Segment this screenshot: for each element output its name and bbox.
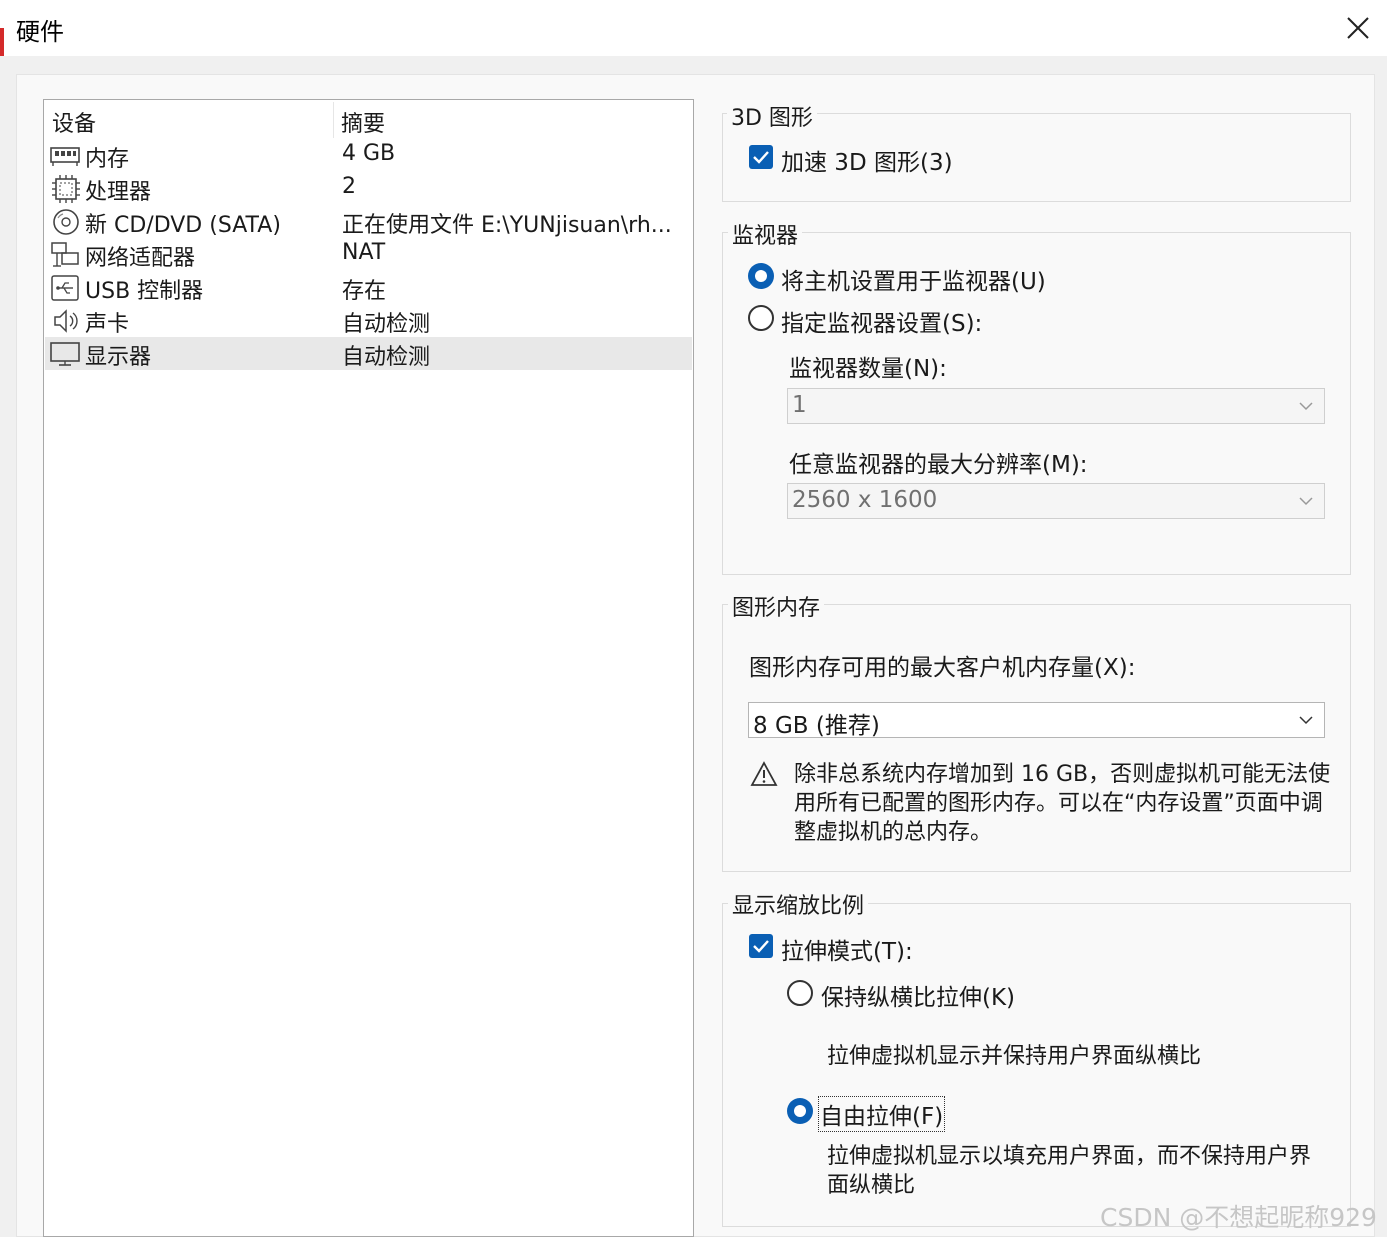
device-name: 显示器	[85, 345, 152, 370]
device-summary: 正在使用文件 E:\YUNjisuan\rh...	[342, 213, 672, 238]
stretch-mode-checkbox[interactable]	[749, 934, 773, 958]
free-stretch-label[interactable]: 自由拉伸(F)	[818, 1096, 946, 1132]
close-button[interactable]	[1338, 8, 1378, 48]
display-scaling-title: 显示缩放比例	[728, 888, 869, 920]
column-header-summary[interactable]: 摘要	[341, 106, 385, 138]
graphics-memory-dropdown[interactable]: 8 GB (推荐)	[748, 702, 1325, 739]
device-summary: 4 GB	[342, 141, 396, 166]
keep-aspect-description: 拉伸虚拟机显示并保持用户界面纵横比	[827, 1044, 1202, 1069]
free-stretch-description: 拉伸虚拟机显示以填充用户界面，而不保持用户界面纵横比	[827, 1144, 1312, 1198]
display-icon	[50, 342, 80, 366]
window-title: 硬件	[16, 18, 64, 46]
keep-aspect-radio[interactable]	[787, 980, 813, 1006]
title-bar: 硬件	[0, 0, 1387, 56]
graphics-memory-value: 8 GB (推荐)	[753, 713, 880, 739]
specify-monitor-label[interactable]: 指定监视器设置(S):	[781, 304, 982, 338]
memory-icon	[50, 147, 80, 166]
device-summary: NAT	[342, 240, 386, 265]
max-resolution-label: 任意监视器的最大分辨率(M):	[789, 452, 1088, 478]
device-name: 声卡	[85, 312, 130, 337]
device-summary: 自动检测	[342, 312, 431, 337]
device-name: 内存	[85, 147, 130, 172]
monitor-count-label: 监视器数量(N):	[789, 356, 947, 382]
graphics-memory-label: 图形内存可用的最大客户机内存量(X):	[749, 655, 1136, 681]
device-row-network-adapter[interactable]: 网络适配器 NAT	[45, 238, 692, 271]
device-name: 网络适配器	[85, 246, 196, 271]
graphics-3d-title: 3D 图形	[727, 100, 817, 132]
monitor-count-dropdown[interactable]: 1	[787, 388, 1325, 424]
device-name: USB 控制器	[85, 279, 204, 304]
device-row-processor[interactable]: 处理器 2	[45, 172, 692, 205]
checkmark-icon	[753, 151, 769, 164]
sound-card-icon	[54, 309, 78, 333]
column-header-device[interactable]: 设备	[52, 106, 96, 138]
use-host-radio[interactable]	[748, 263, 774, 289]
keep-aspect-label[interactable]: 保持纵横比拉伸(K)	[821, 978, 1015, 1012]
monitor-title: 监视器	[728, 218, 803, 250]
device-name: 新 CD/DVD (SATA)	[85, 213, 281, 238]
device-summary: 自动检测	[342, 345, 431, 370]
stretch-mode-label[interactable]: 拉伸模式(T):	[781, 932, 913, 966]
device-summary: 存在	[342, 279, 387, 304]
specify-monitor-radio[interactable]	[748, 305, 774, 331]
graphics-memory-warning: 除非总系统内存增加到 16 GB，否则虚拟机可能无法使用所有已配置的图形内存。可…	[794, 762, 1331, 845]
device-name: 处理器	[85, 180, 152, 205]
device-summary: 2	[342, 174, 356, 199]
close-icon	[1347, 17, 1369, 39]
chevron-down-icon	[1299, 716, 1313, 725]
column-divider[interactable]	[333, 102, 334, 138]
monitor-count-value: 1	[792, 392, 807, 418]
usb-icon	[51, 275, 79, 301]
chevron-down-icon	[1299, 497, 1313, 506]
device-row-sound-card[interactable]: 声卡 自动检测	[45, 304, 692, 337]
watermark: CSDN @不想起昵称929	[1100, 1203, 1377, 1232]
device-row-memory[interactable]: 内存 4 GB	[45, 139, 692, 172]
warning-icon	[750, 761, 778, 786]
accelerate-3d-label[interactable]: 加速 3D 图形(3)	[781, 143, 953, 177]
accelerate-3d-checkbox[interactable]	[749, 145, 773, 169]
device-row-usb-controller[interactable]: USB 控制器 存在	[45, 271, 692, 304]
network-adapter-icon	[51, 242, 79, 267]
free-stretch-radio[interactable]	[787, 1098, 813, 1124]
cd-dvd-icon	[53, 209, 79, 235]
device-row-cd-dvd[interactable]: 新 CD/DVD (SATA) 正在使用文件 E:\YUNjisuan\rh..…	[45, 205, 692, 238]
max-resolution-value: 2560 x 1600	[792, 487, 938, 513]
graphics-memory-title: 图形内存	[728, 590, 825, 622]
processor-icon	[52, 175, 80, 203]
device-row-display[interactable]: 显示器 自动检测	[45, 337, 692, 370]
use-host-label[interactable]: 将主机设置用于监视器(U)	[781, 262, 1046, 296]
chevron-down-icon	[1299, 402, 1313, 411]
device-list[interactable]: 设备 摘要 内存 4 GB 处理器 2 新 CD/DVD (SATA) 正在使用…	[43, 99, 694, 1237]
checkmark-icon	[753, 940, 769, 953]
max-resolution-dropdown[interactable]: 2560 x 1600	[787, 483, 1325, 519]
